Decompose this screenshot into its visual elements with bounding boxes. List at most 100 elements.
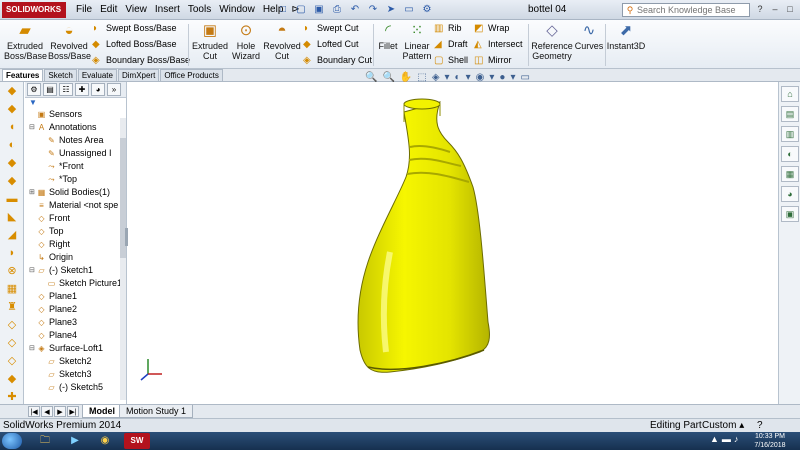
vertical-tool-3-icon[interactable]: ◖ [1, 119, 23, 136]
swept-cut-button[interactable]: ◗ Swept Cut [303, 21, 359, 36]
tree-item[interactable]: ⤳ *Front [39, 160, 83, 173]
menu-window[interactable]: Window [215, 0, 259, 20]
instant3d-button[interactable]: ⬈ Instant3D [606, 22, 646, 51]
lofted-boss-button[interactable]: ◆ Lofted Boss/Base [92, 37, 177, 52]
units-selector[interactable]: Custom ▴ ? [702, 419, 763, 433]
options-icon[interactable]: ⚙ [420, 2, 434, 18]
solidworks-logo[interactable]: SOLIDWORKS [2, 2, 66, 18]
bottle-model[interactable] [128, 82, 778, 404]
appearances-icon[interactable]: ▦ [781, 166, 799, 182]
display-manager-tab-icon[interactable]: ◕ [91, 83, 105, 96]
boundary-boss-button[interactable]: ◈ Boundary Boss/Base [92, 53, 190, 68]
hide-show-dropdown-icon[interactable]: ▾ [489, 72, 494, 83]
menu-view[interactable]: View [121, 0, 151, 20]
revolved-cut-button[interactable]: ◓ Revolved Cut [262, 22, 302, 61]
vertical-tool-15-icon[interactable]: ◇ [1, 335, 23, 352]
property-manager-tab-icon[interactable]: ▤ [43, 83, 57, 96]
tree-expander-icon[interactable]: ⊟ [29, 121, 36, 134]
menu-edit[interactable]: Edit [96, 0, 121, 20]
file-explorer-icon[interactable]: ▥ [781, 126, 799, 142]
tree-item[interactable]: ⤳ *Top [39, 173, 77, 186]
tab-features[interactable]: Features [2, 69, 44, 81]
tree-item[interactable]: ▱ (-) Sketch5 [39, 381, 103, 394]
custom-properties-icon[interactable]: ◕ [781, 186, 799, 202]
intersect-button[interactable]: ◭ Intersect [474, 37, 523, 52]
solidworks-resources-icon[interactable]: ⌂ [781, 86, 799, 102]
vertical-tool-2-icon[interactable]: ◆ [1, 101, 23, 118]
view-settings-icon[interactable]: ▭ [520, 72, 529, 83]
vertical-tool-13-icon[interactable]: ♜ [1, 299, 23, 316]
vertical-tool-14-icon[interactable]: ◇ [1, 317, 23, 334]
tab-sketch[interactable]: Sketch [44, 69, 77, 81]
search-box[interactable]: ⚲ [622, 3, 750, 17]
media-player-taskbar-icon[interactable]: ▶ [62, 433, 88, 449]
display-style-dropdown-icon[interactable]: ▾ [466, 72, 471, 83]
save-icon[interactable]: ▣ [312, 2, 326, 18]
last-tab-icon[interactable]: ▶| [67, 406, 79, 417]
tree-item[interactable]: ◇ Front [29, 212, 70, 225]
draft-button[interactable]: ◢ Draft [434, 37, 468, 52]
vertical-tool-10-icon[interactable]: ◗ [1, 245, 23, 262]
vertical-tool-1-icon[interactable]: ◆ [1, 83, 23, 100]
tab-dimxpert[interactable]: DimXpert [117, 69, 160, 81]
network-icon[interactable]: ▬ [722, 434, 731, 444]
rebuild-icon[interactable]: ▭ [402, 2, 416, 18]
forum-icon[interactable]: ▣ [781, 206, 799, 222]
vertical-tool-7-icon[interactable]: ▬ [1, 191, 23, 208]
vertical-tool-11-icon[interactable]: ⊗ [1, 263, 23, 280]
solidworks-taskbar-icon[interactable]: SW [124, 433, 150, 449]
vertical-tool-16-icon[interactable]: ◇ [1, 353, 23, 370]
show-hidden-icons-icon[interactable]: ▲ [710, 434, 719, 444]
new-document-icon[interactable]: □ [276, 2, 290, 18]
view-orientation-icon[interactable]: ◈ [432, 72, 440, 83]
rib-button[interactable]: ▥ Rib [434, 21, 462, 36]
tree-item[interactable]: ⊟ A Annotations [29, 121, 97, 134]
file-explorer-taskbar-icon[interactable]: 🗀 [32, 433, 58, 449]
tree-item[interactable]: ⊟ ▱ (-) Sketch1 [29, 264, 93, 277]
tree-item[interactable]: ⊟ ◈ Surface-Loft1 [29, 342, 103, 355]
tree-item[interactable]: ◇ Plane1 [29, 290, 77, 303]
bottle-body[interactable] [357, 101, 490, 373]
search-input[interactable] [637, 5, 745, 15]
tree-item[interactable]: ✎ Unassigned I [39, 147, 111, 160]
extruded-boss-button[interactable]: ▰ Extruded Boss/Base [4, 22, 47, 61]
view-palette-icon[interactable]: ◐ [781, 146, 799, 162]
select-icon[interactable]: ➤ [384, 2, 398, 18]
tab-model[interactable]: Model [82, 405, 122, 418]
mirror-button[interactable]: ◫ Mirror [474, 53, 512, 68]
tree-item[interactable]: ▱ Sketch3 [39, 368, 91, 381]
display-style-icon[interactable]: ◐ [455, 72, 461, 83]
wrap-button[interactable]: ◩ Wrap [474, 21, 509, 36]
shell-button[interactable]: ▢ Shell [434, 53, 468, 68]
undo-icon[interactable]: ↶ [348, 2, 362, 18]
tree-expander-icon[interactable]: ⊞ [29, 186, 36, 199]
tab-evaluate[interactable]: Evaluate [77, 69, 117, 81]
graphics-area[interactable] [128, 82, 778, 404]
tree-expander-icon[interactable]: ⊟ [29, 342, 36, 355]
units-dropdown-icon[interactable]: ▴ [739, 420, 744, 431]
tree-item[interactable]: ▱ Sketch2 [39, 355, 91, 368]
configuration-manager-tab-icon[interactable]: ☷ [59, 83, 73, 96]
minimize-button[interactable]: – [769, 2, 781, 16]
tree-item[interactable]: ▭ Sketch Picture1 [39, 277, 122, 290]
tab-office-products[interactable]: Office Products [160, 69, 223, 81]
tree-item[interactable]: ⊞ ▦ Solid Bodies(1) [29, 186, 110, 199]
lofted-cut-button[interactable]: ◆ Lofted Cut [303, 37, 359, 52]
tree-item[interactable]: ◇ Plane3 [29, 316, 77, 329]
more-tabs-icon[interactable]: » [107, 83, 121, 96]
redo-icon[interactable]: ↷ [366, 2, 380, 18]
tree-item[interactable]: ◇ Plane4 [29, 329, 77, 342]
tree-item[interactable]: ✎ Notes Area [39, 134, 103, 147]
help-icon[interactable]: ? [754, 2, 766, 16]
fillet-button[interactable]: ◜ Fillet [376, 22, 400, 51]
feature-tree-scrollbar[interactable] [120, 118, 126, 400]
vertical-tool-12-icon[interactable]: ▦ [1, 281, 23, 298]
linear-pattern-button[interactable]: ⁙ Linear Pattern [400, 22, 434, 61]
open-icon[interactable]: ▢ [294, 2, 308, 18]
edit-appearance-icon[interactable]: ● [499, 72, 505, 83]
zoom-to-area-icon[interactable]: 🔍 [382, 72, 394, 83]
swept-boss-button[interactable]: ◗ Swept Boss/Base [92, 21, 177, 36]
search-icon[interactable]: ⚲ [623, 5, 637, 16]
zoom-to-fit-icon[interactable]: 🔍 [365, 72, 377, 83]
revolved-boss-button[interactable]: ◒ Revolved Boss/Base [48, 22, 91, 61]
